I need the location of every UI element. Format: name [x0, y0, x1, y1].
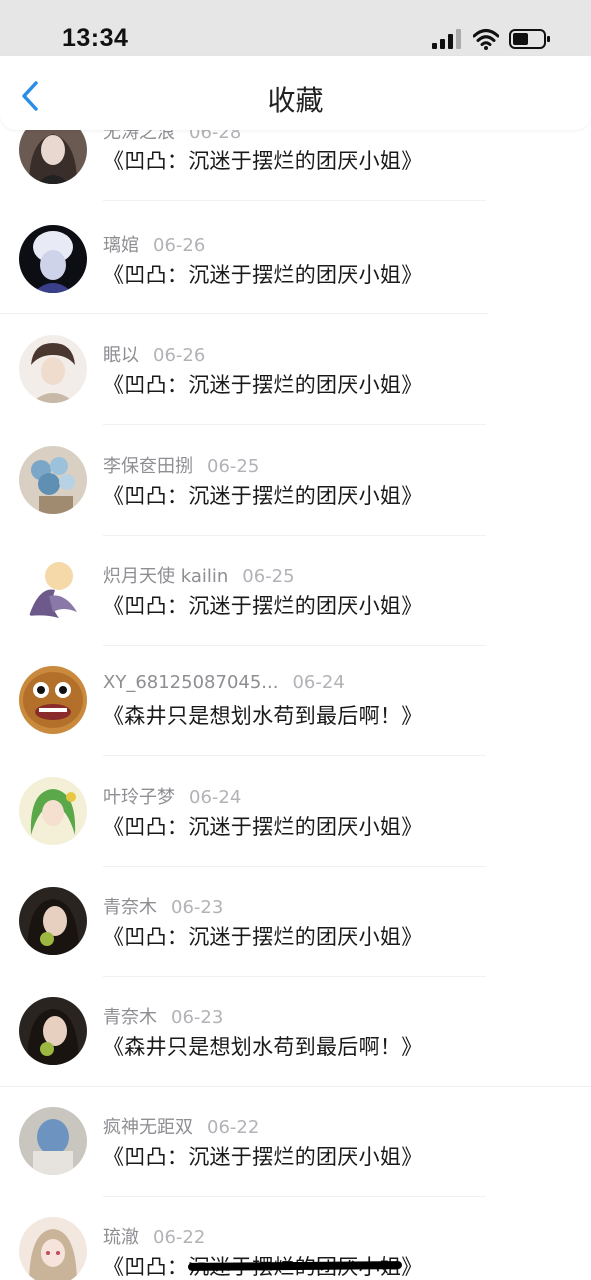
- favorite-date: 06-25: [242, 566, 295, 587]
- book-title[interactable]: 《凹凸：沉迷于摆烂的团厌小姐》: [103, 811, 423, 841]
- username[interactable]: 璃婠: [103, 235, 139, 256]
- avatar[interactable]: [19, 335, 87, 403]
- avatar[interactable]: [19, 556, 87, 624]
- book-title[interactable]: 《凹凸：沉迷于摆烂的团厌小姐》: [103, 590, 423, 620]
- list-item[interactable]: 炽月天使 kailin 06-25 《凹凸：沉迷于摆烂的团厌小姐》: [0, 535, 591, 646]
- nav-bar: 收藏: [0, 56, 591, 130]
- book-title[interactable]: 《凹凸：沉迷于摆烂的团厌小姐》: [103, 145, 423, 175]
- favorite-date: 06-22: [153, 1227, 206, 1248]
- list-item[interactable]: 璃婠 06-26 《凹凸：沉迷于摆烂的团厌小姐》: [0, 204, 591, 314]
- page-title: 收藏: [267, 84, 324, 117]
- username[interactable]: XY_68125087045...: [103, 672, 278, 693]
- list-item[interactable]: 眠以 06-26 《凹凸：沉迷于摆烂的团厌小姐》: [0, 314, 591, 425]
- status-time: 13:34: [62, 24, 129, 52]
- favorites-list[interactable]: 无涛之浪 06-28 《凹凸：沉迷于摆烂的团厌小姐》 璃婠 06-26 《凹凸：沉迷…: [0, 98, 591, 1280]
- favorite-date: 06-23: [171, 897, 224, 918]
- avatar[interactable]: [19, 997, 87, 1065]
- list-item[interactable]: 青奈木 06-23 《森井只是想划水苟到最后啊！》: [0, 976, 591, 1087]
- avatar[interactable]: [19, 887, 87, 955]
- book-title[interactable]: 《森井只是想划水苟到最后啊！》: [103, 1031, 423, 1061]
- book-title[interactable]: 《凹凸：沉迷于摆烂的团厌小姐》: [103, 259, 423, 289]
- list-item[interactable]: XY_68125087045... 06-24 《森井只是想划水苟到最后啊！》: [0, 645, 591, 756]
- list-item[interactable]: 疯神无距双 06-22 《凹凸：沉迷于摆烂的团厌小姐》: [0, 1086, 591, 1197]
- book-title[interactable]: 《凹凸：沉迷于摆烂的团厌小姐》: [103, 480, 423, 510]
- book-title[interactable]: 《凹凸：沉迷于摆烂的团厌小姐》: [103, 369, 423, 399]
- favorite-date: 06-26: [153, 345, 206, 366]
- favorite-date: 06-24: [189, 787, 242, 808]
- favorite-date: 06-23: [171, 1007, 224, 1028]
- avatar[interactable]: [19, 1107, 87, 1175]
- status-bar: 13:34: [0, 0, 591, 60]
- book-title[interactable]: 《森井只是想划水苟到最后啊！》: [103, 700, 423, 730]
- avatar[interactable]: [19, 446, 87, 514]
- favorite-date: 06-24: [292, 672, 345, 693]
- username[interactable]: 炽月天使 kailin: [103, 566, 228, 587]
- divider: [103, 200, 486, 201]
- book-title[interactable]: 《凹凸：沉迷于摆烂的团厌小姐》: [103, 1141, 423, 1171]
- avatar[interactable]: [19, 777, 87, 845]
- username[interactable]: 叶玲子梦: [103, 787, 175, 808]
- username[interactable]: 青奈木: [103, 1007, 157, 1028]
- list-item[interactable]: 叶玲子梦 06-24 《凹凸：沉迷于摆烂的团厌小姐》: [0, 756, 591, 867]
- favorite-date: 06-26: [153, 235, 206, 256]
- username[interactable]: 李保奁田捌: [103, 456, 193, 477]
- book-title[interactable]: 《凹凸：沉迷于摆烂的团厌小姐》: [103, 921, 423, 951]
- avatar[interactable]: [19, 1217, 87, 1280]
- signal-icon: [432, 29, 461, 49]
- list-item[interactable]: 青奈木 06-23 《凹凸：沉迷于摆烂的团厌小姐》: [0, 866, 591, 977]
- username[interactable]: 琉澈: [103, 1227, 139, 1248]
- avatar[interactable]: [19, 225, 87, 293]
- avatar[interactable]: [19, 666, 87, 734]
- username[interactable]: 眠以: [103, 345, 139, 366]
- username[interactable]: 疯神无距双: [103, 1117, 193, 1138]
- favorite-date: 06-25: [207, 456, 260, 477]
- favorite-date: 06-22: [207, 1117, 260, 1138]
- username[interactable]: 青奈木: [103, 897, 157, 918]
- wifi-icon: [473, 29, 499, 50]
- battery-icon: [509, 29, 550, 49]
- list-item[interactable]: 李保奁田捌 06-25 《凹凸：沉迷于摆烂的团厌小姐》: [0, 425, 591, 536]
